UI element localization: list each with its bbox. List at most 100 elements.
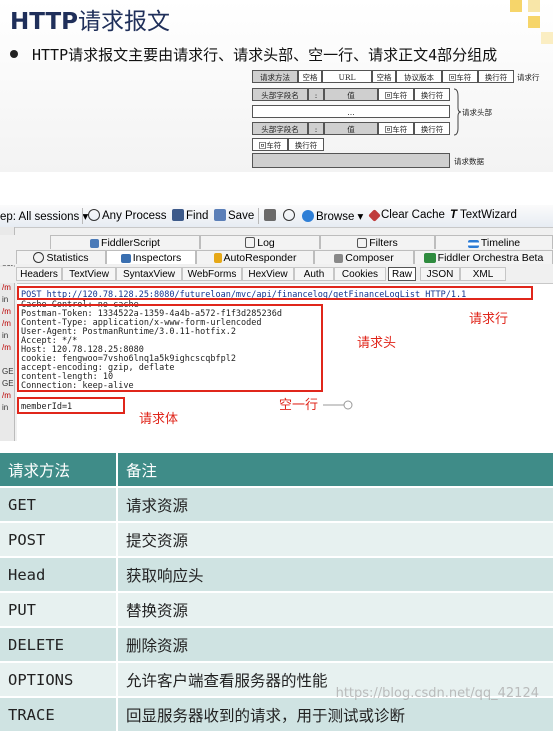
request-line-annotation: 请求行 bbox=[469, 312, 509, 327]
camera-icon bbox=[264, 209, 276, 221]
tab-fiddler-orchestra[interactable]: Fiddler Orchestra Beta bbox=[414, 250, 553, 264]
any-process-button[interactable]: Any Process bbox=[88, 209, 167, 222]
slide-title: HTTP请求报文 bbox=[10, 2, 170, 36]
toolbar-separator bbox=[82, 208, 83, 224]
diagram-cell: 换行符 bbox=[478, 70, 514, 83]
screenshot-button[interactable] bbox=[264, 209, 278, 222]
session-item[interactable]: GE bbox=[2, 367, 14, 376]
log-icon bbox=[245, 237, 256, 248]
diagram-cell: 回车符 bbox=[252, 138, 288, 151]
diagram-cell: 值 bbox=[324, 88, 378, 101]
table-row: PUT 替换资源 bbox=[0, 591, 553, 627]
diagram-cell: … bbox=[252, 105, 450, 118]
blank-line-annotation: 空一行 bbox=[279, 398, 319, 413]
session-item[interactable]: /m bbox=[2, 391, 11, 400]
subtab-syntaxview[interactable]: SyntaxView bbox=[116, 267, 182, 281]
tab-statistics[interactable]: Statistics bbox=[16, 250, 106, 264]
method-cell: PUT bbox=[0, 591, 117, 627]
session-item[interactable]: /m bbox=[2, 307, 11, 316]
script-icon bbox=[90, 239, 100, 248]
subtab-cookies[interactable]: Cookies bbox=[334, 267, 386, 281]
tab-inspectors[interactable]: Inspectors bbox=[106, 250, 196, 264]
tab-filters[interactable]: Filters bbox=[320, 235, 435, 249]
save-button[interactable]: Save bbox=[214, 209, 254, 222]
diagram-cell: 换行符 bbox=[288, 138, 324, 151]
session-item[interactable]: in bbox=[2, 403, 8, 412]
subtab-auth[interactable]: Auth bbox=[294, 267, 334, 281]
tab-label: Filters bbox=[369, 237, 398, 249]
clear-cache-label: Clear Cache bbox=[381, 209, 445, 221]
tab-label: Log bbox=[257, 237, 275, 249]
diagram-cell: 空格 bbox=[298, 70, 322, 83]
tab-timeline[interactable]: Timeline bbox=[435, 235, 553, 249]
slide-title-cn: 请求报文 bbox=[78, 9, 171, 35]
save-icon bbox=[214, 209, 226, 221]
session-item[interactable]: GE bbox=[2, 379, 14, 388]
subtab-headers[interactable]: Headers bbox=[16, 267, 62, 281]
session-item[interactable]: in bbox=[2, 295, 8, 304]
corner-decoration bbox=[528, 16, 540, 28]
session-item[interactable]: /m bbox=[2, 319, 11, 328]
diagram-cell: 换行符 bbox=[414, 122, 450, 135]
tab-autoresponder[interactable]: AutoResponder bbox=[196, 250, 314, 264]
sessions-filter-dropdown[interactable]: ep: All sessions ▾ bbox=[0, 209, 88, 223]
checkbox-icon bbox=[357, 238, 368, 248]
statistics-icon bbox=[33, 252, 45, 263]
session-item[interactable]: /m bbox=[2, 343, 11, 352]
subtab-hexview[interactable]: HexView bbox=[242, 267, 294, 281]
session-item[interactable]: /m bbox=[2, 283, 11, 292]
raw-request-view[interactable]: POST http://120.78.128.25:8080/futureloa… bbox=[17, 283, 553, 441]
corner-decoration bbox=[510, 0, 522, 12]
fo-icon bbox=[423, 253, 436, 263]
diagram-cell: 空格 bbox=[372, 70, 396, 83]
timer-button[interactable] bbox=[283, 209, 297, 222]
request-line-label: 请求行 bbox=[517, 73, 540, 82]
note-cell: 获取响应头 bbox=[116, 556, 553, 592]
textwizard-button[interactable]: T TextWizard bbox=[450, 209, 517, 221]
diagram-cell: : bbox=[308, 122, 324, 135]
bullet-text: HTTP请求报文主要由请求行、请求头部、空一行、请求正文4部分组成 bbox=[10, 44, 532, 66]
clear-cache-button[interactable]: Clear Cache bbox=[368, 209, 445, 222]
session-item[interactable]: in bbox=[2, 331, 8, 340]
request-body-annotation: 请求体 bbox=[139, 412, 179, 427]
corner-decoration bbox=[528, 0, 540, 12]
request-body-highlight bbox=[17, 397, 125, 414]
tab-label: Timeline bbox=[480, 237, 521, 249]
note-cell: 删除资源 bbox=[116, 626, 553, 662]
table-row: TRACE 回显服务器收到的请求，用于测试或诊断 bbox=[0, 696, 553, 731]
table-row: Head 获取响应头 bbox=[0, 556, 553, 592]
textwizard-icon: T bbox=[450, 209, 458, 221]
crosshair-icon bbox=[88, 209, 100, 221]
note-cell: 回显服务器收到的请求，用于测试或诊断 bbox=[116, 696, 553, 731]
subtab-xml[interactable]: XML bbox=[460, 267, 506, 281]
diagram-cell: : bbox=[308, 88, 324, 101]
method-cell: Head bbox=[0, 556, 117, 592]
slide-title-en: HTTP bbox=[10, 9, 79, 35]
request-line-highlight bbox=[17, 286, 533, 300]
diagram-cell: 回车符 bbox=[378, 122, 414, 135]
tab-composer[interactable]: Composer bbox=[314, 250, 414, 264]
subtab-raw[interactable]: Raw bbox=[388, 267, 416, 281]
subtab-textview[interactable]: TextView bbox=[62, 267, 116, 281]
tab-label: AutoResponder bbox=[223, 252, 297, 264]
textwizard-label: TextWizard bbox=[460, 209, 517, 221]
brace-icon bbox=[453, 88, 462, 136]
column-header-method: 请求方法 bbox=[0, 453, 117, 487]
diagram-cell: URL bbox=[322, 70, 372, 83]
tab-label: Statistics bbox=[46, 252, 89, 264]
any-process-label: Any Process bbox=[102, 210, 167, 222]
find-button[interactable]: Find bbox=[172, 209, 208, 222]
subtab-webforms[interactable]: WebForms bbox=[182, 267, 242, 281]
note-cell: 替换资源 bbox=[116, 591, 553, 627]
tab-row-bottom: Statistics Inspectors AutoResponder Comp… bbox=[0, 250, 553, 265]
bullet-text-line: HTTP请求报文主要由请求行、请求头部、空一行、请求正文4部分组成 bbox=[32, 46, 498, 64]
browse-button[interactable]: Browse ▾ bbox=[302, 209, 363, 223]
lightning-icon bbox=[213, 253, 222, 263]
clear-cache-icon bbox=[368, 209, 381, 222]
inspector-subtab-row: Headers TextView SyntaxView WebForms Hex… bbox=[0, 267, 553, 283]
subtab-json[interactable]: JSON bbox=[420, 267, 460, 281]
diagram-cell: 请求方法 bbox=[252, 70, 298, 83]
table-row: DELETE 删除资源 bbox=[0, 626, 553, 662]
tab-log[interactable]: Log bbox=[200, 235, 320, 249]
tab-fiddlerscript[interactable]: FiddlerScript bbox=[50, 235, 200, 249]
